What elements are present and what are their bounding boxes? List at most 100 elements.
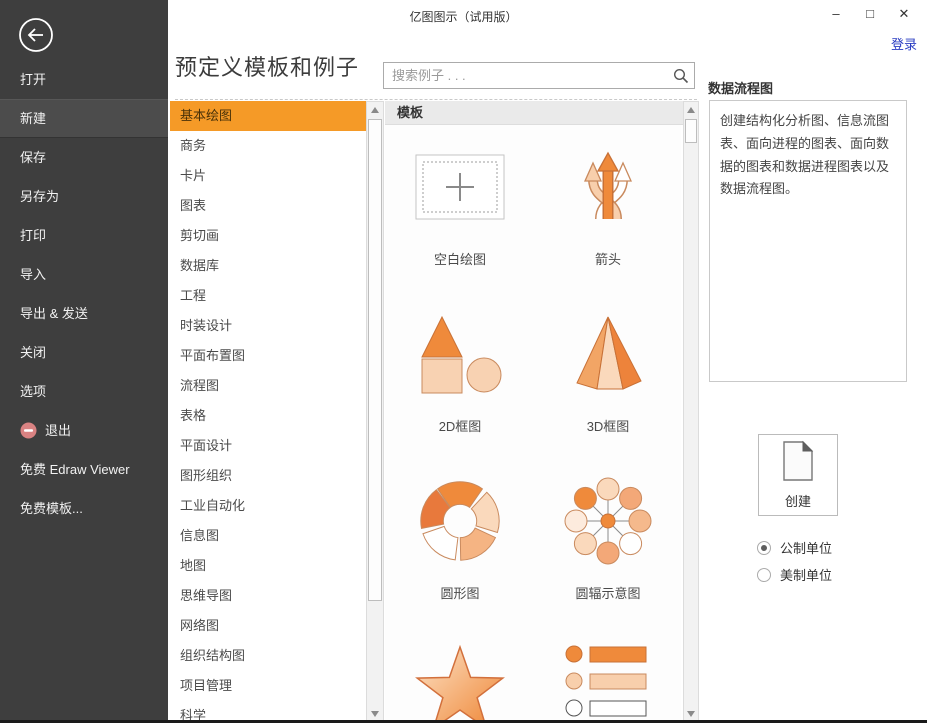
sidebar-item-label: 新建 [20, 100, 46, 137]
unit-option-label: 公制单位 [780, 538, 832, 557]
sidebar-menu: 打开新建保存另存为打印导入导出 & 发送关闭选项 退出免费 Edraw View… [0, 60, 168, 528]
category-item[interactable]: 地图 [170, 551, 366, 581]
sidebar-item-label: 关闭 [20, 333, 46, 372]
category-item[interactable]: 表格 [170, 401, 366, 431]
back-button[interactable] [18, 17, 54, 53]
dashed-separator [175, 99, 697, 100]
category-item[interactable]: 工业自动化 [170, 491, 366, 521]
templates-header: 模板 [385, 101, 683, 125]
sidebar-item[interactable]: 关闭 [0, 333, 168, 372]
sidebar-item[interactable]: 导出 & 发送 [0, 294, 168, 333]
unit-options: 公制单位美制单位 [757, 534, 832, 588]
page-title: 预定义模板和例子 [175, 50, 359, 82]
login-link[interactable]: 登录 [891, 34, 917, 53]
unit-option[interactable]: 美制单位 [757, 561, 832, 588]
blank-drawing-icon [415, 154, 505, 220]
template-item-label: 2D框图 [439, 416, 482, 435]
app-window: 亿图图示（试用版） – □ ✕ 打开新建保存另存为打印导入导出 & 发送关闭选项… [0, 0, 927, 723]
document-icon [782, 440, 814, 487]
category-item[interactable]: 基本绘图 [170, 101, 366, 131]
category-item[interactable]: 项目管理 [170, 671, 366, 701]
back-arrow-icon [18, 40, 54, 57]
detail-description: 创建结构化分析图、信息流图表、面向进程的图表、面向数据的图表和数据进程图表以及数… [709, 100, 907, 382]
scroll-up-icon[interactable] [367, 102, 383, 118]
sidebar-item-label: 保存 [20, 138, 46, 177]
sidebar: 打开新建保存另存为打印导入导出 & 发送关闭选项 退出免费 Edraw View… [0, 0, 168, 723]
sidebar-item-label: 免费模板... [20, 489, 83, 528]
maximize-button[interactable]: □ [853, 2, 887, 26]
sidebar-item-label: 打开 [20, 60, 46, 99]
sidebar-item[interactable]: 另存为 [0, 177, 168, 216]
sidebar-item[interactable]: 打开 [0, 60, 168, 99]
sidebar-item[interactable]: 新建 [0, 99, 168, 138]
detail-title: 数据流程图 [708, 78, 773, 97]
search-input[interactable] [390, 64, 660, 87]
category-scroll-thumb[interactable] [368, 119, 382, 601]
exit-icon [20, 422, 37, 439]
sidebar-item[interactable]: 免费 Edraw Viewer [0, 450, 168, 489]
sidebar-item-label: 退出 [45, 411, 71, 450]
template-scrollbar[interactable] [683, 101, 699, 723]
category-item[interactable]: 图形组织 [170, 461, 366, 491]
sidebar-item-label: 打印 [20, 216, 46, 255]
radial-diagram-icon [558, 471, 658, 571]
radio-icon[interactable] [757, 568, 771, 582]
template-item[interactable]: 箭头 [535, 125, 681, 292]
minimize-button[interactable]: – [819, 2, 853, 26]
category-item[interactable]: 网络图 [170, 611, 366, 641]
unit-option-label: 美制单位 [780, 565, 832, 584]
template-item[interactable] [535, 626, 681, 723]
category-item[interactable]: 平面设计 [170, 431, 366, 461]
template-item-label: 箭头 [595, 249, 621, 268]
scroll-up-icon[interactable] [684, 102, 698, 118]
unit-option[interactable]: 公制单位 [757, 534, 832, 561]
category-item[interactable]: 组织结构图 [170, 641, 366, 671]
template-item-label: 圆形图 [440, 583, 479, 602]
category-item[interactable]: 平面布置图 [170, 341, 366, 371]
template-item[interactable]: 圆形图 [385, 459, 535, 626]
template-item[interactable]: 空白绘图 [385, 125, 535, 292]
sidebar-item[interactable]: 导入 [0, 255, 168, 294]
category-item[interactable]: 流程图 [170, 371, 366, 401]
exit-icon [20, 422, 37, 439]
template-item-label: 圆辐示意图 [575, 583, 640, 602]
template-item[interactable]: 圆辐示意图 [535, 459, 681, 626]
sidebar-item[interactable]: 免费模板... [0, 489, 168, 528]
sidebar-item[interactable]: 打印 [0, 216, 168, 255]
search-box [383, 62, 695, 89]
category-item[interactable]: 信息图 [170, 521, 366, 551]
category-item[interactable]: 工程 [170, 281, 366, 311]
category-item[interactable]: 剪切画 [170, 221, 366, 251]
sidebar-item-label: 选项 [20, 372, 46, 411]
category-item[interactable]: 图表 [170, 191, 366, 221]
template-item[interactable]: 2D框图 [385, 292, 535, 459]
create-button[interactable]: 创建 [758, 434, 838, 516]
template-item[interactable] [385, 626, 535, 723]
sidebar-item[interactable]: 退出 [0, 411, 168, 450]
window-controls: – □ ✕ [819, 2, 921, 26]
close-button[interactable]: ✕ [887, 2, 921, 26]
category-scrollbar[interactable] [366, 101, 384, 723]
sidebar-item[interactable]: 选项 [0, 372, 168, 411]
category-item[interactable]: 思维导图 [170, 581, 366, 611]
template-item[interactable]: 3D框图 [535, 292, 681, 459]
sidebar-item[interactable]: 保存 [0, 138, 168, 177]
create-button-label: 创建 [785, 491, 811, 510]
sidebar-item-label: 免费 Edraw Viewer [20, 450, 130, 489]
search-icon[interactable] [673, 68, 689, 89]
arrows-icon [577, 151, 639, 223]
template-scroll-thumb[interactable] [685, 119, 697, 143]
block-2d-icon [410, 313, 510, 395]
circular-diagram-icon [411, 472, 509, 570]
template-grid: 空白绘图 箭头 2D框图 3D框图 圆形图 [385, 125, 681, 723]
template-item-label: 空白绘图 [434, 249, 486, 268]
sidebar-item-label: 另存为 [20, 177, 59, 216]
block-3d-icon [563, 313, 653, 395]
category-item[interactable]: 卡片 [170, 161, 366, 191]
category-item[interactable]: 时装设计 [170, 311, 366, 341]
radio-icon[interactable] [757, 541, 771, 555]
category-item[interactable]: 数据库 [170, 251, 366, 281]
category-item[interactable]: 商务 [170, 131, 366, 161]
sidebar-item-label: 导出 & 发送 [20, 294, 88, 333]
list-diagram-icon [563, 640, 653, 723]
